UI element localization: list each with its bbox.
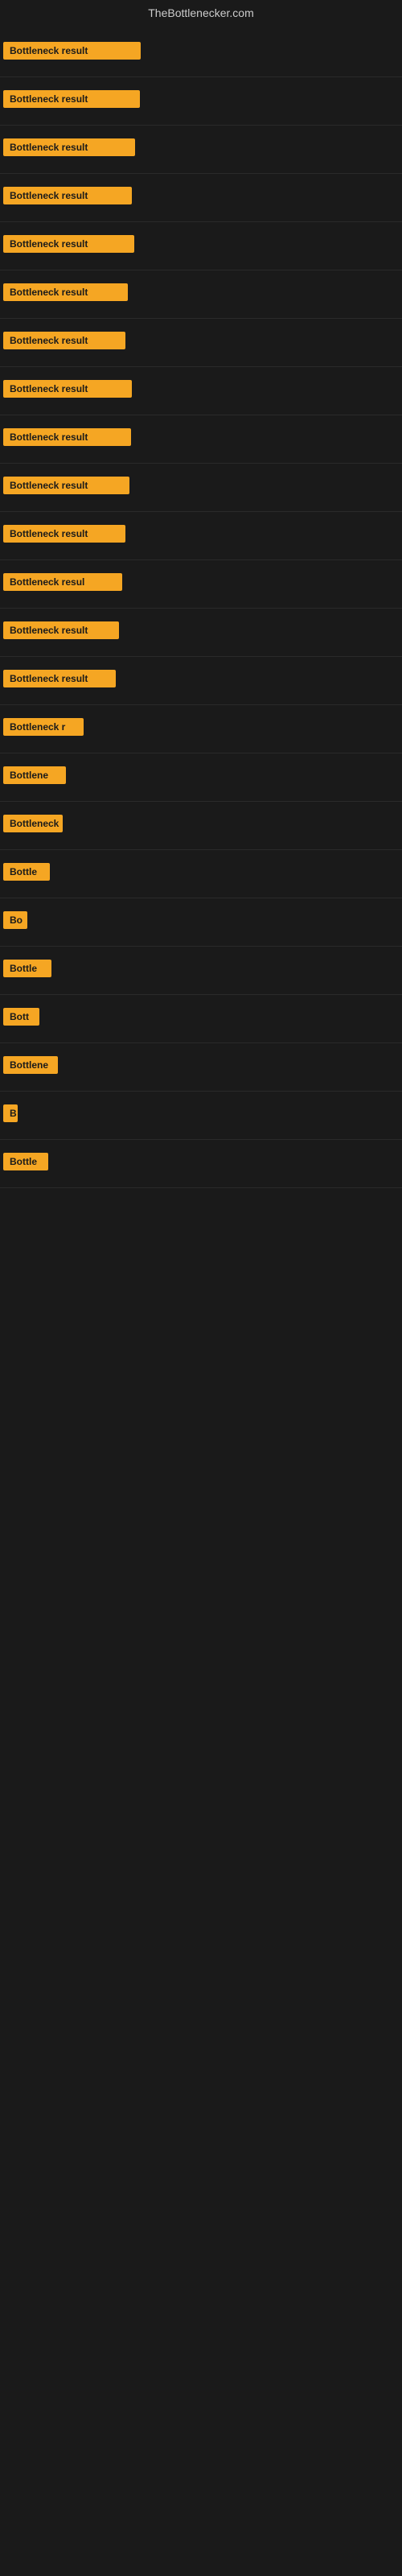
bottleneck-badge[interactable]: Bo	[3, 911, 27, 929]
list-item: Bottleneck result	[0, 222, 402, 270]
list-item: Bottleneck	[0, 802, 402, 850]
bottleneck-badge[interactable]: Bottle	[3, 960, 51, 977]
list-item: Bottleneck result	[0, 174, 402, 222]
bottleneck-badge[interactable]: Bottleneck result	[3, 187, 132, 204]
bottleneck-badge[interactable]: Bottlene	[3, 1056, 58, 1074]
list-item: Bottle	[0, 1140, 402, 1188]
bottleneck-badge[interactable]: Bottleneck result	[3, 283, 128, 301]
list-item: Bottleneck result	[0, 77, 402, 126]
bottleneck-badge[interactable]: Bottleneck result	[3, 428, 131, 446]
bottleneck-badge[interactable]: Bottleneck result	[3, 90, 140, 108]
list-item: Bottleneck result	[0, 367, 402, 415]
list-item: Bottleneck result	[0, 657, 402, 705]
list-item: Bott	[0, 995, 402, 1043]
list-item: Bottleneck result	[0, 319, 402, 367]
list-item: Bottleneck result	[0, 270, 402, 319]
bottleneck-badge[interactable]: Bottleneck resul	[3, 573, 122, 591]
bottleneck-badge[interactable]: Bott	[3, 1008, 39, 1026]
list-item: Bottleneck r	[0, 705, 402, 753]
list-item: Bottleneck result	[0, 29, 402, 77]
list-item: Bottleneck result	[0, 464, 402, 512]
bottleneck-badge[interactable]: Bottleneck result	[3, 380, 132, 398]
bottleneck-badge[interactable]: Bottleneck result	[3, 138, 135, 156]
bottleneck-badge[interactable]: Bottleneck result	[3, 621, 119, 639]
bottleneck-badge[interactable]: Bottleneck result	[3, 332, 125, 349]
bottleneck-badge[interactable]: Bottle	[3, 863, 50, 881]
bottleneck-badge[interactable]: Bottleneck result	[3, 477, 129, 494]
items-container: Bottleneck result Bottleneck result Bottle…	[0, 29, 402, 1188]
list-item: Bottleneck result	[0, 126, 402, 174]
list-item: Bottle	[0, 850, 402, 898]
bottleneck-badge[interactable]: Bottleneck result	[3, 42, 141, 60]
bottleneck-badge[interactable]: Bottleneck r	[3, 718, 84, 736]
bottleneck-badge[interactable]: Bottleneck result	[3, 670, 116, 687]
list-item: Bottleneck result	[0, 512, 402, 560]
bottleneck-badge[interactable]: Bottle	[3, 1153, 48, 1170]
bottleneck-badge[interactable]: Bottlene	[3, 766, 66, 784]
bottleneck-badge[interactable]: Bottleneck	[3, 815, 63, 832]
list-item: Bo	[0, 898, 402, 947]
list-item: Bottle	[0, 947, 402, 995]
list-item: Bottleneck result	[0, 415, 402, 464]
list-item: Bottleneck resul	[0, 560, 402, 609]
list-item: Bottleneck result	[0, 609, 402, 657]
list-item: B	[0, 1092, 402, 1140]
list-item: Bottlene	[0, 753, 402, 802]
list-item: Bottlene	[0, 1043, 402, 1092]
site-title: TheBottlenecker.com	[0, 0, 402, 29]
bottleneck-badge[interactable]: Bottleneck result	[3, 525, 125, 543]
bottleneck-badge[interactable]: Bottleneck result	[3, 235, 134, 253]
bottleneck-badge[interactable]: B	[3, 1104, 18, 1122]
